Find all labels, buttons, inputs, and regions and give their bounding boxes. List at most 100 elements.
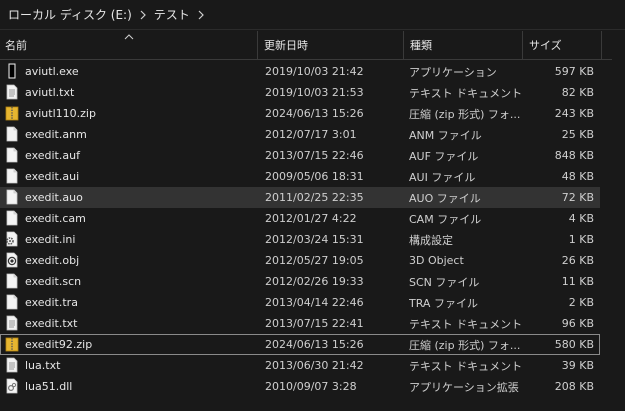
generic-file-icon (5, 294, 19, 310)
file-size: 96 KB (561, 317, 594, 330)
breadcrumb-drive[interactable]: ローカル ディスク (E:) (0, 6, 136, 23)
file-modified-date: 2013/07/15 22:41 (265, 317, 364, 330)
file-type: CAM ファイル (409, 212, 482, 226)
file-row[interactable]: exedit.ini 2012/03/24 15:31 構成設定 1 KB (0, 229, 600, 250)
file-size: 82 KB (561, 86, 594, 99)
generic-file-icon (5, 147, 19, 163)
file-row[interactable]: exedit.obj 2012/05/27 19:05 3D Object 26 KB (0, 250, 600, 271)
file-row[interactable]: lua.txt 2013/06/30 21:42 テキスト ドキュメント 39 KB (0, 355, 600, 376)
3d-object-icon (5, 252, 19, 268)
file-type: TRA ファイル (409, 296, 478, 310)
file-modified-date: 2012/07/17 3:01 (265, 128, 357, 141)
file-name: aviutl.txt (25, 86, 75, 99)
file-name: exedit.obj (25, 254, 80, 267)
file-name: lua.txt (25, 359, 61, 372)
generic-file-icon (5, 126, 19, 142)
breadcrumb-folder[interactable]: テスト (150, 6, 194, 23)
generic-file-icon (5, 168, 19, 184)
file-type: 3D Object (409, 254, 464, 267)
column-header-date[interactable]: 更新日時 (259, 31, 404, 59)
column-header-row: 名前 更新日時 種類 サイズ (0, 31, 625, 60)
file-name: exedit.aui (25, 170, 80, 183)
file-row[interactable]: aviutl.txt 2019/10/03 21:53 テキスト ドキュメント 82 … (0, 82, 600, 103)
file-modified-date: 2012/02/26 19:33 (265, 275, 364, 288)
file-size: 208 KB (554, 380, 594, 393)
text-document-icon (5, 315, 19, 331)
file-modified-date: 2024/06/13 15:26 (265, 107, 364, 120)
generic-file-icon (5, 273, 19, 289)
file-type: AUF ファイル (409, 149, 479, 163)
file-name: exedit.anm (25, 128, 87, 141)
file-type: テキスト ドキュメント (409, 86, 521, 100)
file-row[interactable]: aviutl110.zip 2024/06/13 15:26 圧縮 (zip 形式)… (0, 103, 600, 124)
file-type: アプリケーション (409, 65, 497, 79)
file-row[interactable]: exedit.txt 2013/07/15 22:41 テキスト ドキュメント 96 … (0, 313, 600, 334)
file-type: テキスト ドキュメント (409, 317, 521, 331)
file-modified-date: 2012/05/27 19:05 (265, 254, 364, 267)
file-type: SCN ファイル (409, 275, 480, 289)
file-size: 39 KB (561, 359, 594, 372)
file-name: exedit.txt (25, 317, 78, 330)
file-size: 2 KB (568, 296, 594, 309)
file-modified-date: 2009/05/06 18:31 (265, 170, 364, 183)
file-size: 26 KB (561, 254, 594, 267)
file-modified-date: 2012/01/27 4:22 (265, 212, 357, 225)
file-size: 597 KB (554, 65, 594, 78)
file-type: テキスト ドキュメント (409, 359, 521, 373)
file-row[interactable]: exedit.anm 2012/07/17 3:01 ANM ファイル 25 KB (0, 124, 600, 145)
file-modified-date: 2012/03/24 15:31 (265, 233, 364, 246)
file-size: 580 KB (554, 338, 594, 351)
file-row[interactable]: lua51.dll 2010/09/07 3:28 アプリケーション拡張 208 KB (0, 376, 600, 397)
file-size: 48 KB (561, 170, 594, 183)
file-type: 圧縮 (zip 形式) フォ... (409, 338, 521, 352)
file-size: 25 KB (561, 128, 594, 141)
file-name: exedit.ini (25, 233, 76, 246)
file-modified-date: 2010/09/07 3:28 (265, 380, 357, 393)
file-name: aviutl.exe (25, 65, 79, 78)
file-row[interactable]: exedit92.zip 2024/06/13 15:26 圧縮 (zip 形式) … (0, 334, 600, 355)
file-type: 構成設定 (409, 233, 453, 247)
vertical-scrollbar[interactable] (612, 31, 625, 411)
file-type: アプリケーション拡張 (409, 380, 519, 394)
file-row[interactable]: exedit.aui 2009/05/06 18:31 AUI ファイル 48 KB (0, 166, 600, 187)
file-name: exedit.tra (25, 296, 78, 309)
generic-file-icon (5, 210, 19, 226)
chevron-right-icon[interactable] (194, 0, 208, 30)
file-size: 848 KB (554, 149, 594, 162)
file-name: exedit92.zip (25, 338, 93, 351)
file-row[interactable]: exedit.auo 2011/02/25 22:35 AUO ファイル 72 KB (0, 187, 600, 208)
address-breadcrumb[interactable]: ローカル ディスク (E:) テスト (0, 0, 625, 30)
file-row[interactable]: exedit.auf 2013/07/15 22:46 AUF ファイル 848 KB (0, 145, 600, 166)
file-modified-date: 2024/06/13 15:26 (265, 338, 364, 351)
column-header-type[interactable]: 種類 (405, 31, 523, 59)
file-type: 圧縮 (zip 形式) フォ... (409, 107, 521, 121)
file-name: exedit.auf (25, 149, 80, 162)
zip-folder-icon (5, 336, 19, 352)
generic-file-icon (5, 189, 19, 205)
chevron-right-icon[interactable] (136, 0, 150, 30)
file-name: lua51.dll (25, 380, 73, 393)
file-modified-date: 2013/04/14 22:46 (265, 296, 364, 309)
file-modified-date: 2013/06/30 21:42 (265, 359, 364, 372)
column-header-name[interactable]: 名前 (0, 31, 258, 59)
file-size: 4 KB (568, 212, 594, 225)
file-type: AUI ファイル (409, 170, 476, 184)
column-header-size[interactable]: サイズ (524, 31, 602, 59)
file-size: 243 KB (554, 107, 594, 120)
file-size: 1 KB (568, 233, 594, 246)
file-row[interactable]: exedit.scn 2012/02/26 19:33 SCN ファイル 11 KB (0, 271, 600, 292)
file-type: ANM ファイル (409, 128, 482, 142)
file-modified-date: 2019/10/03 21:42 (265, 65, 364, 78)
file-row[interactable]: exedit.tra 2013/04/14 22:46 TRA ファイル 2 KB (0, 292, 600, 313)
file-name: exedit.auo (25, 191, 83, 204)
file-name: aviutl110.zip (25, 107, 96, 120)
text-document-icon (5, 84, 19, 100)
application-icon (5, 63, 19, 79)
file-row[interactable]: aviutl.exe 2019/10/03 21:42 アプリケーション 597 KB (0, 61, 600, 82)
settings-file-icon (5, 231, 19, 247)
zip-folder-icon (5, 105, 19, 121)
file-size: 72 KB (561, 191, 594, 204)
file-name: exedit.cam (25, 212, 86, 225)
file-row[interactable]: exedit.cam 2012/01/27 4:22 CAM ファイル 4 KB (0, 208, 600, 229)
file-modified-date: 2019/10/03 21:53 (265, 86, 364, 99)
